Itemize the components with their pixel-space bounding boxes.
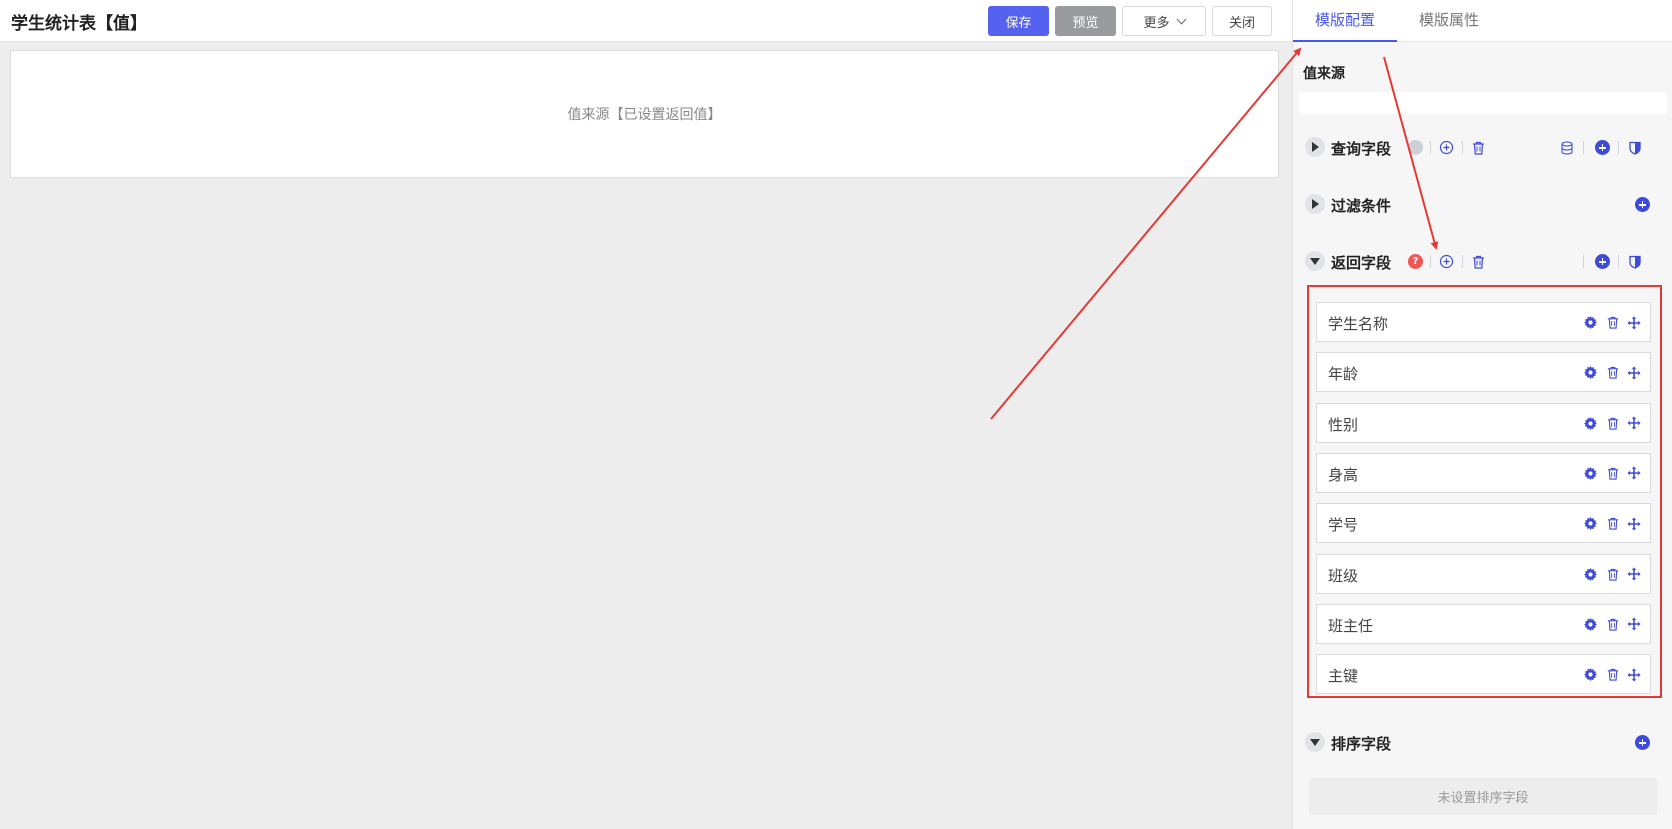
gear-icon[interactable] <box>1583 667 1598 682</box>
collapse-arrow-icon[interactable] <box>1305 732 1325 752</box>
trash-icon[interactable] <box>1605 466 1620 481</box>
return-field-label: 学生名称 <box>1328 315 1389 333</box>
divider <box>1583 255 1584 268</box>
return-field-label: 学号 <box>1328 516 1359 535</box>
group-title: 过滤条件 <box>1331 197 1392 215</box>
add-circle-icon[interactable] <box>1595 254 1610 269</box>
more-label: 更多 <box>1143 15 1170 31</box>
gear-icon[interactable] <box>1583 315 1598 330</box>
shield-icon[interactable] <box>1627 254 1642 269</box>
return-field-label: 班主任 <box>1328 616 1374 635</box>
move-icon[interactable] <box>1626 466 1641 481</box>
return-field-row[interactable]: 班级 <box>1316 553 1651 594</box>
trash-icon[interactable] <box>1471 254 1486 269</box>
add-outline-icon[interactable] <box>1439 140 1454 155</box>
group-query-fields: 查询字段 <box>1305 133 1661 161</box>
help-icon[interactable] <box>1408 140 1423 155</box>
divider <box>1462 141 1463 154</box>
gear-icon[interactable] <box>1583 567 1598 582</box>
return-field-label: 性别 <box>1328 415 1359 434</box>
add-circle-icon[interactable] <box>1635 197 1650 212</box>
move-icon[interactable] <box>1626 315 1641 330</box>
trash-icon[interactable] <box>1471 140 1486 155</box>
return-field-label: 年龄 <box>1328 365 1359 384</box>
move-icon[interactable] <box>1626 365 1641 380</box>
gear-icon[interactable] <box>1583 466 1598 481</box>
trash-icon[interactable] <box>1605 416 1620 431</box>
trash-icon[interactable] <box>1605 516 1620 531</box>
divider <box>1618 141 1619 154</box>
return-field-row[interactable]: 主键 <box>1316 654 1651 695</box>
value-source-placeholder: 值来源【已设置返回值】 <box>567 107 722 123</box>
group-title: 排序字段 <box>1331 735 1392 753</box>
group-sort-fields: 排序字段 <box>1305 728 1661 756</box>
panel-tabs: 模版配置 模版属性 <box>1293 0 1672 42</box>
group-return-fields: 返回字段 ? <box>1305 247 1661 275</box>
divider <box>1618 255 1619 268</box>
return-field-row[interactable]: 身高 <box>1316 452 1651 493</box>
return-field-label: 主键 <box>1328 667 1359 686</box>
save-button[interactable]: 保存 <box>988 6 1049 36</box>
divider <box>1583 141 1584 154</box>
trash-icon[interactable] <box>1605 315 1620 330</box>
expand-arrow-icon[interactable] <box>1305 137 1325 157</box>
trash-icon[interactable] <box>1605 617 1620 632</box>
shield-icon[interactable] <box>1627 140 1642 155</box>
group-filter-conditions: 过滤条件 <box>1305 190 1661 218</box>
move-icon[interactable] <box>1626 516 1641 531</box>
toolbar-header: 学生统计表【值】 保存 预览 更多 关闭 <box>0 0 1292 42</box>
trash-icon[interactable] <box>1605 667 1620 682</box>
move-icon[interactable] <box>1626 667 1641 682</box>
return-field-row[interactable]: 班主任 <box>1316 603 1651 644</box>
chevron-down-icon <box>1176 14 1186 24</box>
preview-button[interactable]: 预览 <box>1055 6 1116 36</box>
page-title: 学生统计表【值】 <box>11 14 147 34</box>
config-panel: 模版配置 模版属性 值来源 查询字段 过滤条件 返回字段 ? 学生名称 年龄 性… <box>1292 0 1672 829</box>
add-outline-icon[interactable] <box>1439 254 1454 269</box>
value-source-label: 值来源 <box>1303 66 1345 82</box>
move-icon[interactable] <box>1626 416 1641 431</box>
return-field-row[interactable]: 学号 <box>1316 503 1651 544</box>
gear-icon[interactable] <box>1583 416 1598 431</box>
return-field-label: 身高 <box>1328 465 1359 484</box>
add-circle-icon[interactable] <box>1595 140 1610 155</box>
move-icon[interactable] <box>1626 617 1641 632</box>
trash-icon[interactable] <box>1605 365 1620 380</box>
close-button[interactable]: 关闭 <box>1212 6 1272 36</box>
divider <box>1430 141 1431 154</box>
return-field-row[interactable]: 年龄 <box>1316 352 1651 393</box>
tab-template-config[interactable]: 模版配置 <box>1293 0 1397 42</box>
return-field-label: 班级 <box>1328 566 1359 585</box>
move-icon[interactable] <box>1626 567 1641 582</box>
value-source-card[interactable]: 值来源【已设置返回值】 <box>10 50 1279 178</box>
divider <box>1430 255 1431 268</box>
database-icon[interactable] <box>1559 140 1574 155</box>
return-field-row[interactable]: 学生名称 <box>1316 302 1651 342</box>
help-icon[interactable]: ? <box>1408 254 1423 269</box>
gear-icon[interactable] <box>1583 365 1598 380</box>
return-field-row[interactable]: 性别 <box>1316 402 1651 443</box>
expand-arrow-icon[interactable] <box>1305 194 1325 214</box>
add-circle-icon[interactable] <box>1635 735 1650 750</box>
trash-icon[interactable] <box>1605 567 1620 582</box>
return-fields-highlight-box: 学生名称年龄性别身高学号班级班主任主键 <box>1307 285 1662 698</box>
gear-icon[interactable] <box>1583 516 1598 531</box>
empty-sort-placeholder: 未设置排序字段 <box>1309 778 1657 815</box>
divider <box>1462 255 1463 268</box>
collapse-arrow-icon[interactable] <box>1305 251 1325 271</box>
gear-icon[interactable] <box>1583 617 1598 632</box>
tab-template-properties[interactable]: 模版属性 <box>1397 0 1501 42</box>
more-dropdown-button[interactable]: 更多 <box>1122 6 1206 36</box>
group-title: 查询字段 <box>1331 140 1392 158</box>
group-title: 返回字段 <box>1331 254 1392 272</box>
value-source-input[interactable] <box>1299 92 1667 114</box>
